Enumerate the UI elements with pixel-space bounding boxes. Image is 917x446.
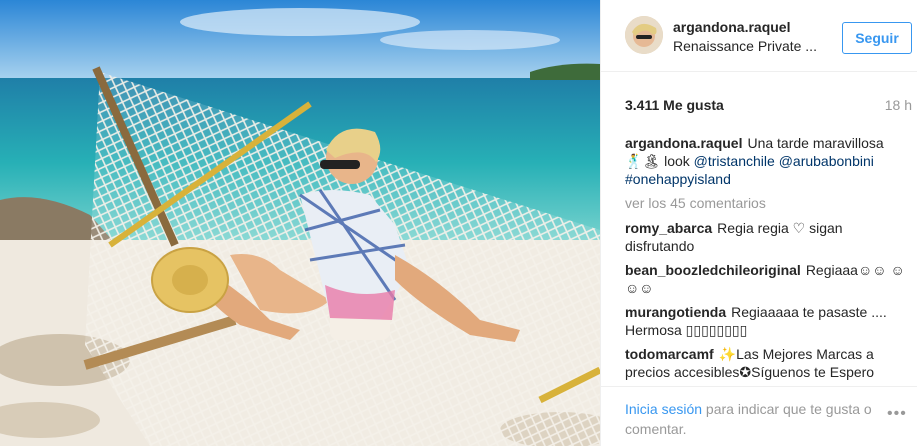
caption-text-2: 🕺🏝 look — [625, 153, 694, 169]
comment-item: todomarcamf ✨Las Mejores Marcas a precios… — [625, 345, 908, 381]
likes-count[interactable]: 3.411 Me gusta — [625, 97, 724, 113]
caption-hashtag[interactable]: #onehappyisland — [625, 171, 731, 187]
follow-button[interactable]: Seguir — [842, 22, 912, 54]
caption-text-1: Una tarde maravillosa — [747, 135, 884, 151]
post-stats: 3.411 Me gusta 18 h — [625, 97, 912, 113]
post-footer: Inicia sesión para indicar que te gusta … — [601, 386, 917, 446]
header-location[interactable]: Renaissance Private ... — [673, 38, 833, 54]
ellipsis-icon[interactable]: ••• — [887, 405, 907, 423]
caption-mention-1[interactable]: @tristanchile — [694, 153, 775, 169]
post-sidebar: argandona.raquel Renaissance Private ...… — [600, 0, 917, 446]
comments-list: argandona.raquel Una tarde maravillosa 🕺🏝… — [625, 134, 908, 387]
comment-username[interactable]: todomarcamf — [625, 346, 714, 362]
header-username[interactable]: argandona.raquel — [673, 19, 790, 35]
avatar-image — [625, 16, 663, 54]
comment-item: romy_abarca Regia regia ♡ sigan disfrutan… — [625, 219, 908, 255]
comment-username[interactable]: murangotienda — [625, 304, 726, 320]
view-all-comments-link[interactable]: ver los 45 comentarios — [625, 194, 908, 212]
post-header: argandona.raquel Renaissance Private ...… — [601, 0, 917, 72]
caption-username[interactable]: argandona.raquel — [625, 135, 742, 151]
post-time[interactable]: 18 h — [885, 97, 912, 113]
login-prompt: Inicia sesión para indicar que te gusta … — [625, 399, 880, 439]
comment-item: bean_boozledchileoriginal Regiaaa☺☺ ☺☺☺ — [625, 261, 908, 297]
comment-item: murangotienda Regiaaaaa te pasaste .... H… — [625, 303, 908, 339]
post-photo[interactable] — [0, 0, 600, 446]
photo-scene — [0, 0, 600, 446]
avatar[interactable] — [625, 16, 663, 54]
comment-username[interactable]: romy_abarca — [625, 220, 712, 236]
caption-mention-2[interactable]: @arubabonbini — [779, 153, 874, 169]
login-link[interactable]: Inicia sesión — [625, 401, 702, 417]
caption: argandona.raquel Una tarde maravillosa 🕺🏝… — [625, 134, 908, 188]
comment-username[interactable]: bean_boozledchileoriginal — [625, 262, 801, 278]
